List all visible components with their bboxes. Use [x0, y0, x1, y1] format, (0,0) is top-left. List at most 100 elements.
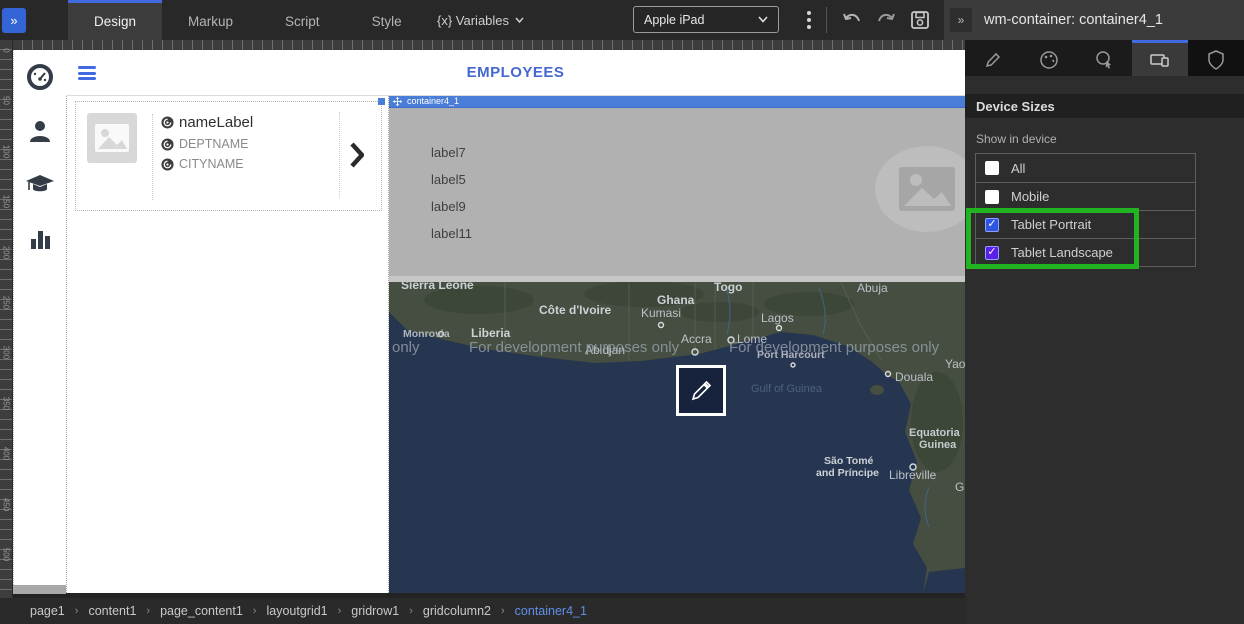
mode-tabs: DesignMarkupScriptStyle [68, 0, 428, 40]
map-label-accra: Accra [681, 332, 712, 346]
device-option-all[interactable]: All [976, 154, 1195, 182]
save-icon [910, 10, 930, 30]
ruler-number: 0 [2, 44, 11, 58]
selected-widget-tag[interactable]: container4_1 [389, 96, 965, 108]
label-widget-label5[interactable]: label5 [431, 172, 472, 186]
map-label-libreville: Libreville [889, 468, 937, 482]
inspect-pointer-icon [1092, 48, 1116, 72]
card-field-namelabel[interactable]: nameLabel [161, 114, 253, 131]
breadcrumb-separator: › [501, 605, 505, 617]
breadcrumb-item-container4_1[interactable]: container4_1 [515, 604, 587, 618]
top-toolbar: » DesignMarkupScriptStyle {x} Variables … [0, 0, 944, 40]
device-options-list: AllMobile✓Tablet Portrait✓Tablet Landsca… [975, 153, 1196, 267]
breadcrumb-item-content1[interactable]: content1 [88, 604, 136, 618]
map-label-gulf-of-guinea: Gulf of Guinea [751, 383, 823, 395]
map-edit-button[interactable] [676, 365, 726, 416]
ruler-number: 150 [2, 195, 11, 209]
ruler-number: 300 [2, 346, 11, 360]
ruler-number: 100 [2, 144, 11, 158]
toolbar-divider [826, 7, 827, 33]
card-chevron-cell [339, 112, 373, 198]
device-preview-value: Apple iPad [644, 13, 704, 27]
label-widget-label7[interactable]: label7 [431, 145, 472, 159]
breadcrumb-separator: › [146, 605, 150, 617]
pencil-icon [981, 48, 1005, 72]
ruler-number: 200 [2, 245, 11, 259]
ruler-number: 350 [2, 396, 11, 410]
breadcrumb-separator: › [409, 605, 413, 617]
inspector-tab-shield[interactable] [1188, 40, 1244, 76]
map-label-lagos: Lagos [761, 311, 794, 325]
breadcrumb-item-gridrow1[interactable]: gridrow1 [351, 604, 399, 618]
inspector-tab-inspect-pointer[interactable] [1077, 40, 1133, 76]
selection-handle[interactable] [378, 98, 385, 105]
inspector-tab-devices[interactable] [1132, 40, 1188, 76]
chevron-right-icon [350, 142, 364, 168]
tab-style[interactable]: Style [346, 0, 428, 40]
breadcrumb-item-page_content1[interactable]: page_content1 [160, 604, 243, 618]
selected-widget-name: container4_1 [407, 97, 459, 106]
google-map: Sierra LeoneTogoAbujaGhanaCôte d'IvoireK… [389, 282, 965, 593]
sidebar-bottom-strip [13, 585, 66, 594]
wavemaker-studio: » DesignMarkupScriptStyle {x} Variables … [0, 0, 1244, 624]
save-button[interactable] [906, 7, 934, 33]
card-field-text: nameLabel [179, 114, 253, 131]
checkbox[interactable] [985, 190, 999, 204]
map-label-liberia: Liberia [471, 326, 511, 340]
checkbox[interactable]: ✓ [985, 218, 999, 232]
bind-icon [161, 116, 174, 129]
vertical-ruler: 050100150200250300350400450500 [0, 40, 13, 598]
device-option-mobile[interactable]: Mobile [976, 182, 1195, 210]
map-widget[interactable]: Sierra LeoneTogoAbujaGhanaCôte d'IvoireK… [389, 276, 965, 593]
device-preview-select[interactable]: Apple iPad [633, 6, 779, 33]
redo-icon [876, 11, 896, 29]
bind-icon [161, 158, 174, 171]
checkbox[interactable]: ✓ [985, 246, 999, 260]
page-header: EMPLOYEES [66, 50, 965, 96]
checkbox[interactable] [985, 161, 999, 175]
breadcrumb-item-layoutgrid1[interactable]: layoutgrid1 [266, 604, 327, 618]
tab-script[interactable]: Script [259, 0, 346, 40]
inspector-panel: Device Sizes Show in device AllMobile✓Ta… [965, 40, 1244, 624]
label-widget-label9[interactable]: label9 [431, 199, 472, 213]
device-option-label: Tablet Landscape [1011, 245, 1113, 260]
map-watermark: For development purposes only [729, 339, 940, 356]
employee-list-panel: nameLabel DEPTNAME CITYNAME [66, 96, 389, 593]
kebab-menu-icon[interactable] [802, 9, 816, 31]
inspector-header: » wm-container: container4_1 [944, 0, 1244, 40]
card-field-deptname[interactable]: DEPTNAME [161, 137, 253, 151]
gauge-icon[interactable] [25, 62, 55, 92]
employee-list-card[interactable]: nameLabel DEPTNAME CITYNAME [75, 101, 382, 211]
sidebar-collapse-button[interactable]: » [2, 8, 26, 33]
shield-icon [1204, 48, 1228, 72]
chevron-down-icon [515, 17, 524, 23]
device-option-tablet-portrait[interactable]: ✓Tablet Portrait [976, 210, 1195, 238]
breadcrumb-separator: › [75, 605, 79, 617]
inspector-tabs [965, 40, 1244, 76]
inspector-tab-palette[interactable] [1021, 40, 1077, 76]
inspector-expand-button[interactable]: » [950, 8, 972, 32]
card-field-text: CITYNAME [179, 157, 244, 171]
container4-1[interactable]: label7 label5 label9 label11 [389, 108, 965, 276]
redo-button[interactable] [872, 7, 900, 33]
device-option-tablet-landscape[interactable]: ✓ Tablet Landscape [976, 238, 1195, 266]
map-label-ga: Ga [955, 480, 965, 494]
tab-design[interactable]: Design [68, 0, 162, 40]
map-label-and-pr-ncipe: and Príncipe [816, 467, 879, 479]
breadcrumb: page1 › content1 › page_content1 › layoutgrid1… [0, 598, 965, 624]
bar-chart-icon[interactable] [25, 224, 55, 254]
tab-markup[interactable]: Markup [162, 0, 259, 40]
map-label-kumasi: Kumasi [641, 306, 681, 320]
picture-placeholder [875, 146, 965, 232]
graduation-cap-icon[interactable] [25, 170, 55, 200]
variables-button[interactable]: {x} Variables [437, 0, 524, 40]
bind-icon [161, 138, 174, 151]
inspector-tab-pencil[interactable] [965, 40, 1021, 76]
user-icon[interactable] [25, 116, 55, 146]
undo-button[interactable] [838, 7, 866, 33]
breadcrumb-item-page1[interactable]: page1 [30, 604, 65, 618]
label-widget-label11[interactable]: label11 [431, 226, 472, 240]
chevron-down-icon [758, 16, 768, 23]
breadcrumb-item-gridcolumn2[interactable]: gridcolumn2 [423, 604, 491, 618]
card-field-cityname[interactable]: CITYNAME [161, 157, 253, 171]
